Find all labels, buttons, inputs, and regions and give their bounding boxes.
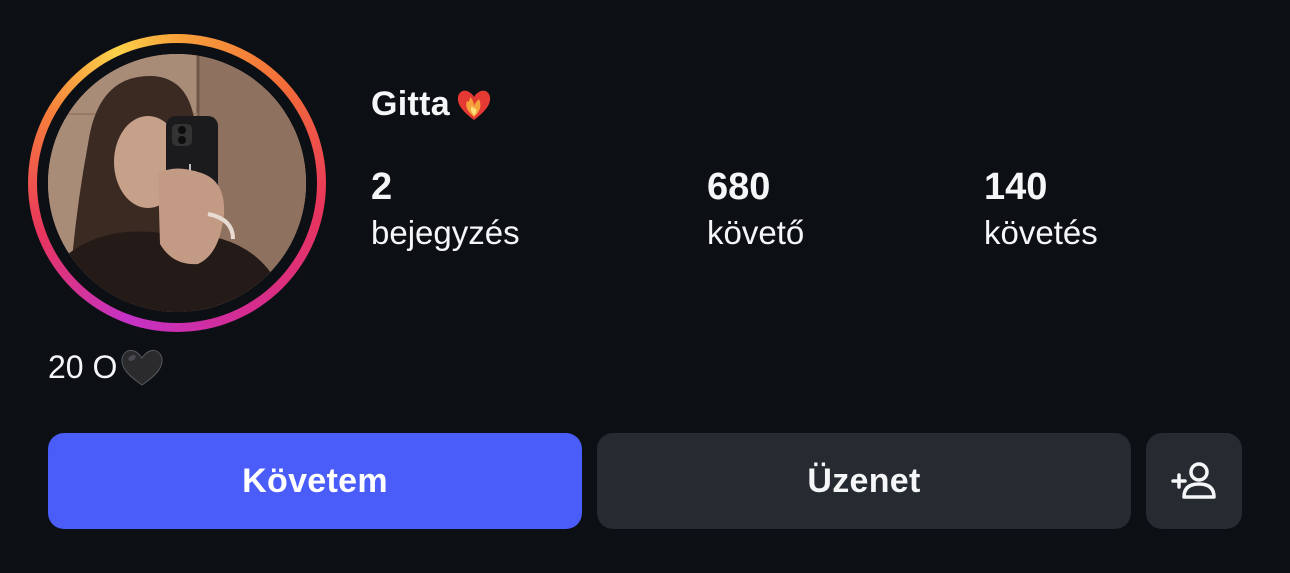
username-text: Gitta xyxy=(371,84,450,123)
profile-username: Gitta xyxy=(371,84,494,124)
stat-following[interactable]: 140 követés xyxy=(984,164,1098,256)
posts-label: bejegyzés xyxy=(371,214,520,251)
message-button[interactable]: Üzenet xyxy=(597,433,1131,529)
bio-text: 20 O xyxy=(48,348,118,385)
black-heart-icon xyxy=(121,349,163,386)
avatar-photo xyxy=(48,54,306,312)
following-count: 140 xyxy=(984,166,1048,208)
stat-posts[interactable]: 2 bejegyzés xyxy=(371,164,520,256)
avatar-ring-gap xyxy=(37,43,317,323)
followers-count: 680 xyxy=(707,166,771,208)
message-button-label: Üzenet xyxy=(807,461,921,500)
heart-on-fire-icon xyxy=(457,90,491,120)
profile-bio: 20 O xyxy=(48,347,165,387)
stat-followers[interactable]: 680 követő xyxy=(707,164,804,256)
avatar[interactable] xyxy=(48,54,306,312)
followers-label: követő xyxy=(707,214,805,251)
person-add-icon xyxy=(1171,462,1216,499)
posts-count: 2 xyxy=(371,166,393,208)
follow-button[interactable]: Követem xyxy=(48,433,582,529)
following-label: követés xyxy=(984,214,1098,251)
suggest-accounts-button[interactable] xyxy=(1146,433,1242,529)
avatar-story-ring[interactable] xyxy=(28,34,326,332)
follow-button-label: Követem xyxy=(242,461,388,500)
